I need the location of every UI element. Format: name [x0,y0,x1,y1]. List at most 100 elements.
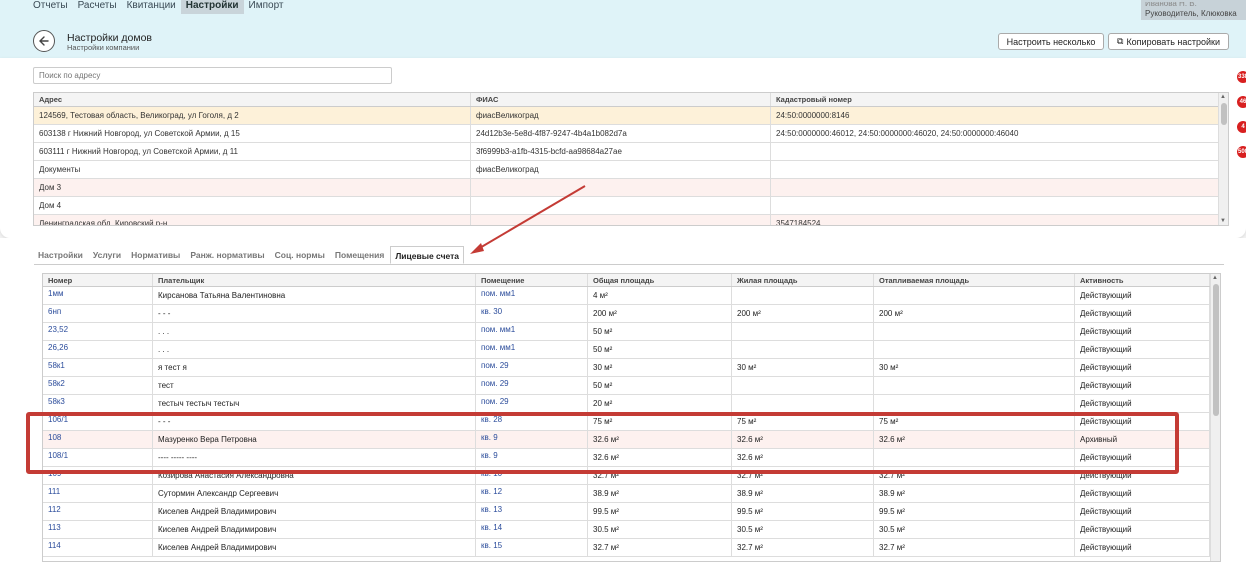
accounts-table-row[interactable]: 112 Киселев Андрей Владимирович кв. 13 99.5… [43,503,1210,521]
account-link[interactable]: пом. мм1 [476,341,588,358]
accounts-table-row[interactable]: 111 Сутормин Александр Сергеевич кв. 12 38.… [43,485,1210,503]
houses-cell [471,197,771,214]
nav-item-4[interactable]: Импорт [244,0,289,14]
account-link[interactable]: кв. 15 [476,539,588,556]
scroll-down-icon[interactable]: ▼ [1220,218,1226,224]
accounts-table-row[interactable]: 23,52. . . пом. мм1 50 м² Действующий [43,323,1210,341]
account-link[interactable]: кв. 10 [476,467,588,484]
houses-scroll-thumb[interactable] [1221,103,1227,125]
accounts-col-header[interactable]: Общая площадь [588,274,732,286]
accounts-col-header[interactable]: Плательщик [153,274,476,286]
tab-5[interactable]: Помещения [331,246,388,264]
houses-scrollbar[interactable]: ▲ ▼ [1218,93,1228,225]
houses-table-row[interactable]: Документы фиасВеликоград [34,161,1219,179]
tab-0[interactable]: Настройки [34,246,87,264]
account-link[interactable]: пом. 29 [476,395,588,412]
account-link[interactable]: 108 [43,431,153,448]
account-link[interactable]: 114 [43,539,153,556]
nav-item-0[interactable]: Отчеты [28,0,73,14]
back-button[interactable] [33,30,55,52]
accounts-col-header[interactable]: Помещение [476,274,588,286]
account-link[interactable]: 112 [43,503,153,520]
nav-item-1[interactable]: Расчеты [73,0,122,14]
accounts-table-row[interactable]: 6нп - - - кв. 30 200 м² 200 м² 200 м² Действую… [43,305,1210,323]
account-link[interactable]: кв. 9 [476,449,588,466]
houses-table-row[interactable]: 603138 г Нижний Новгород, ул Советской А… [34,125,1219,143]
account-link[interactable]: кв. 14 [476,521,588,538]
accounts-cell: Действующий [1075,287,1210,304]
nav-item-2[interactable]: Квитанции [122,0,181,14]
account-link[interactable]: пом. мм1 [476,323,588,340]
accounts-cell: 32.7 м² [732,539,874,556]
configure-multiple-button[interactable]: Настроить несколько [998,33,1104,50]
account-link[interactable]: 111 [43,485,153,502]
account-link[interactable]: 109 [43,467,153,484]
tab-3[interactable]: Ранж. нормативы [186,246,268,264]
accounts-scrollbar[interactable]: ▲ [1210,274,1220,561]
account-link[interactable]: 6нп [43,305,153,322]
houses-col-header[interactable]: Кадастровый номер [771,93,1219,106]
houses-table-row[interactable]: Ленинградская обл, Кировский р-н 35471845… [34,215,1219,225]
accounts-table-row[interactable]: 106/1- - - кв. 28 75 м² 75 м² 75 м² Действующ… [43,413,1210,431]
accounts-table-row[interactable]: 108/1 ---- ----- ---- кв. 9 32.6 м² 32.6 м² Д… [43,449,1210,467]
accounts-cell [874,449,1075,466]
account-link[interactable]: 113 [43,521,153,538]
houses-table-row[interactable]: Дом 4 [34,197,1219,215]
account-link[interactable]: пом. 29 [476,377,588,394]
account-link[interactable]: пом. мм1 [476,287,588,304]
accounts-scroll-thumb[interactable] [1213,284,1219,416]
user-info[interactable]: Иванова Н. В. Руководитель, Клюковка [1141,0,1246,20]
accounts-table-row[interactable]: 113 Киселев Андрей Владимирович кв. 14 30.5… [43,521,1210,539]
accounts-cell: Действующий [1075,485,1210,502]
houses-table-row[interactable]: 124569, Тестовая область, Великоград, ул… [34,107,1219,125]
account-link[interactable]: 58к2 [43,377,153,394]
nav-item-3[interactable]: Настройки [180,0,244,14]
houses-table-row[interactable]: Дом 3 [34,179,1219,197]
accounts-col-header[interactable]: Жилая площадь [732,274,874,286]
accounts-table-row[interactable]: 108 Мазуренко Вера Петровна кв. 9 32.6 м² 32… [43,431,1210,449]
accounts-cell: 32.6 м² [588,449,732,466]
tab-6[interactable]: Лицевые счета [390,246,465,264]
accounts-cell: 30.5 м² [874,521,1075,538]
accounts-cell: 200 м² [874,305,1075,322]
accounts-cell: 75 м² [732,413,874,430]
accounts-cell: 32.7 м² [588,467,732,484]
account-link[interactable]: 58к3 [43,395,153,412]
account-link[interactable]: 108/1 [43,449,153,466]
account-link[interactable]: кв. 13 [476,503,588,520]
account-link[interactable]: кв. 12 [476,485,588,502]
accounts-table-row[interactable]: 26,26. . . пом. мм1 50 м² Действующий [43,341,1210,359]
accounts-table-row[interactable]: 114 Киселев Андрей Владимирович кв. 15 32.7… [43,539,1210,557]
address-search-input[interactable] [33,67,392,84]
tab-4[interactable]: Соц. нормы [271,246,329,264]
accounts-table-row[interactable]: 58к1 я тест я пом. 29 30 м² 30 м² 30 м² Действ… [43,359,1210,377]
houses-col-header[interactable]: Адрес [34,93,471,106]
accounts-col-header[interactable]: Номер [43,274,153,286]
houses-table-row[interactable]: 603111 г Нижний Новгород, ул Советской А… [34,143,1219,161]
accounts-cell [874,341,1075,358]
accounts-cell: Архивный [1075,431,1210,448]
account-link[interactable]: кв. 28 [476,413,588,430]
tab-1[interactable]: Услуги [89,246,125,264]
houses-cell: 3f6999b3-a1fb-4315-bcfd-aa98684a27ae [471,143,771,160]
houses-col-header[interactable]: ФИАС [471,93,771,106]
account-link[interactable]: 1мм [43,287,153,304]
account-link[interactable]: 26,26 [43,341,153,358]
copy-settings-button[interactable]: ⧉ Копировать настройки [1108,33,1229,50]
tab-2[interactable]: Нормативы [127,246,184,264]
scroll-up-icon[interactable]: ▲ [1212,275,1218,281]
accounts-table-row[interactable]: 58к3 тестыч тестыч тестыч пом. 29 20 м² Дейс… [43,395,1210,413]
accounts-col-header[interactable]: Активность [1075,274,1210,286]
account-link[interactable]: кв. 30 [476,305,588,322]
account-link[interactable]: 106/1 [43,413,153,430]
accounts-table-row[interactable]: 109 Козирова Анастасия Александровна кв. 1… [43,467,1210,485]
accounts-table-row[interactable]: 1мм Кирсанова Татьяна Валентиновна пом. мм… [43,287,1210,305]
accounts-cell: Действующий [1075,467,1210,484]
account-link[interactable]: пом. 29 [476,359,588,376]
account-link[interactable]: 23,52 [43,323,153,340]
scroll-up-icon[interactable]: ▲ [1220,94,1226,100]
account-link[interactable]: кв. 9 [476,431,588,448]
accounts-col-header[interactable]: Отапливаемая площадь [874,274,1075,286]
account-link[interactable]: 58к1 [43,359,153,376]
accounts-table-row[interactable]: 58к2 тест пом. 29 50 м² Действующий [43,377,1210,395]
